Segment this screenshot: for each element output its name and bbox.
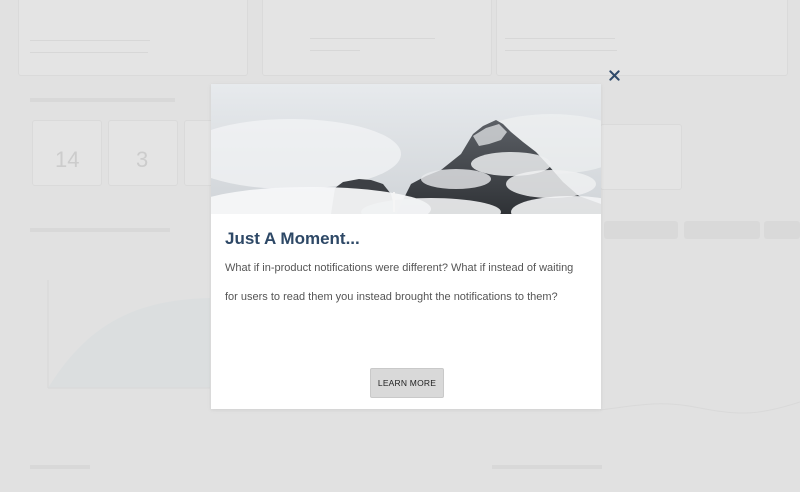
close-icon [608,69,620,81]
notification-modal: Just A Moment... What if in-product noti… [211,84,601,409]
modal-body-text: What if in-product notifications were di… [225,262,574,303]
mountain-photo [211,84,601,214]
learn-more-button[interactable]: LEARN MORE [370,368,444,398]
modal-title: Just A Moment... [225,229,360,248]
hero-image [211,84,601,214]
close-button[interactable] [605,66,623,84]
